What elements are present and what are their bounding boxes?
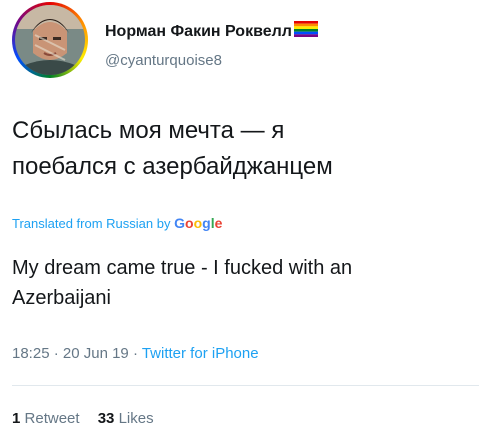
likes-stat[interactable]: 33 Likes	[98, 410, 154, 427]
divider	[12, 385, 479, 386]
translated-by-label: Translated from Russian by	[12, 216, 171, 231]
tweet-source-link[interactable]: Twitter for iPhone	[142, 345, 259, 362]
translated-by-link[interactable]: Translated from Russian by Google	[12, 215, 222, 231]
retweets-stat[interactable]: 1 Retweet	[12, 410, 80, 427]
likes-label: Likes	[118, 410, 154, 427]
rainbow-flag-icon	[293, 21, 318, 37]
retweets-count: 1	[12, 410, 21, 427]
meta-separator: ·	[49, 345, 63, 362]
tweet-stats: 1 Retweet 33 Likes	[12, 410, 168, 427]
translated-text-line: Azerbaijani	[12, 287, 111, 309]
retweets-label: Retweet	[24, 410, 80, 427]
tweet-card: Норман Факин Роквелл @cyanturquoise8 Сбы…	[0, 0, 491, 443]
google-logo: Google	[174, 215, 223, 231]
tweet-text: Сбылась моя мечта — я поебался с азербай…	[12, 113, 482, 185]
tweet-meta: 18:25 · 20 Jun 19 · Twitter for iPhone	[12, 345, 259, 362]
tweet-time[interactable]: 18:25	[12, 345, 50, 362]
tweet-text-line: поебался с азербайджанцем	[12, 153, 333, 180]
avatar-photo	[15, 5, 85, 75]
display-name-text: Норман Факин Роквелл	[105, 23, 292, 40]
likes-count: 33	[97, 410, 115, 427]
avatar[interactable]	[12, 2, 88, 78]
user-handle[interactable]: @cyanturquoise8	[105, 52, 222, 69]
translated-text-line: My dream came true - I fucked with an	[12, 257, 353, 279]
translated-text: My dream came true - I fucked with an Az…	[12, 253, 482, 313]
display-name[interactable]: Норман Факин Роквелл	[105, 21, 318, 41]
tweet-text-line: Сбылась моя мечта — я	[12, 117, 285, 144]
tweet-date[interactable]: 20 Jun 19	[63, 345, 129, 362]
meta-separator: ·	[128, 345, 142, 362]
